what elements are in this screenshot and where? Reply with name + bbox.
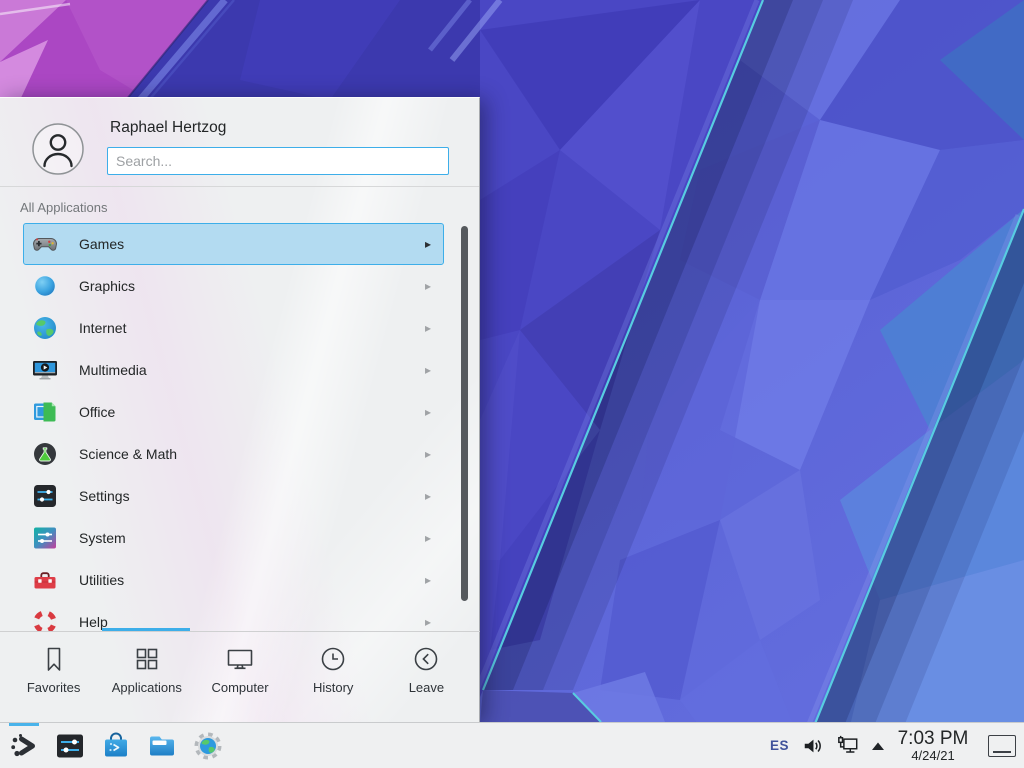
menu-item-multimedia[interactable]: Multimedia ▸ <box>23 349 444 391</box>
clock-date: 4/24/21 <box>894 749 972 763</box>
header-separator <box>0 186 479 187</box>
menu-item-system[interactable]: System ▸ <box>23 517 444 559</box>
menu-item-label: Games <box>79 236 124 252</box>
expand-tray-icon[interactable] <box>871 741 885 751</box>
menu-footer: Favorites Applications Computer History Leav… <box>0 631 480 722</box>
computer-icon <box>225 644 255 674</box>
office-icon <box>32 399 58 425</box>
menu-item-graphics[interactable]: Graphics ▸ <box>23 265 444 307</box>
clock-widget[interactable]: 7:03 PM 4/24/21 <box>894 729 972 763</box>
menu-item-internet[interactable]: Internet ▸ <box>23 307 444 349</box>
submenu-arrow-icon: ▸ <box>425 616 443 628</box>
browser-icon <box>192 730 224 762</box>
favorites-icon <box>39 644 69 674</box>
taskbar-launchers <box>8 723 224 768</box>
internet-icon <box>32 315 58 341</box>
science-icon <box>32 441 58 467</box>
search-input[interactable] <box>107 147 449 175</box>
systemsettings-icon <box>54 730 86 762</box>
submenu-arrow-icon: ▸ <box>425 280 443 292</box>
system-icon <box>32 525 58 551</box>
tab-label: Leave <box>409 680 444 695</box>
submenu-arrow-icon: ▸ <box>425 490 443 502</box>
volume-icon[interactable] <box>802 735 824 757</box>
menu-item-label: Office <box>79 404 115 420</box>
desktop: Raphael Hertzog All Applications Games▸G… <box>0 0 1024 768</box>
menu-item-label: Multimedia <box>79 362 147 378</box>
user-name: Raphael Hertzog <box>110 119 226 137</box>
user-avatar-icon[interactable] <box>32 123 84 175</box>
menu-item-label: Internet <box>79 320 126 336</box>
taskbar: ES 7:03 PM 4/24/21 <box>0 722 1024 768</box>
menu-item-games[interactable]: Games ▸ <box>23 223 444 265</box>
clock-time: 7:03 PM <box>894 729 972 749</box>
system-tray: ES 7:03 PM 4/24/21 <box>770 723 1024 768</box>
menu-item-utilities[interactable]: Utilities ▸ <box>23 559 444 601</box>
section-label: All Applications <box>20 200 107 215</box>
application-launcher-button[interactable] <box>8 730 40 762</box>
system-settings-button[interactable] <box>54 730 86 762</box>
menu-item-label: Settings <box>79 488 130 504</box>
menu-item-label: System <box>79 530 126 546</box>
keyboard-layout-indicator[interactable]: ES <box>770 738 789 753</box>
application-launcher-menu: Raphael Hertzog All Applications Games▸G… <box>0 97 480 722</box>
submenu-arrow-icon: ▸ <box>425 322 443 334</box>
menu-item-list: Games▸Graphics▸Internet▸Multimedia▸Offic… <box>0 223 480 632</box>
kickoff-icon <box>8 730 40 762</box>
show-desktop-button[interactable] <box>988 735 1016 757</box>
tab-leave[interactable]: Leave <box>380 632 473 722</box>
dolphin-icon <box>146 730 178 762</box>
scrollbar-thumb[interactable] <box>461 226 468 601</box>
menu-item-office[interactable]: Office ▸ <box>23 391 444 433</box>
submenu-arrow-icon: ▸ <box>425 406 443 418</box>
submenu-arrow-icon: ▸ <box>425 574 443 586</box>
submenu-arrow-icon: ▸ <box>425 238 443 250</box>
graphics-icon <box>32 273 58 299</box>
leave-icon <box>411 644 441 674</box>
multimedia-icon <box>32 357 58 383</box>
file-manager-button[interactable] <box>146 730 178 762</box>
games-icon <box>32 231 58 257</box>
active-tab-indicator <box>102 628 190 631</box>
submenu-arrow-icon: ▸ <box>425 448 443 460</box>
web-browser-button[interactable] <box>192 730 224 762</box>
menu-item-help[interactable]: Help▸ <box>23 601 444 632</box>
discover-icon <box>100 730 132 762</box>
submenu-arrow-icon: ▸ <box>425 364 443 376</box>
history-icon <box>318 644 348 674</box>
menu-item-label: Utilities <box>79 572 124 588</box>
tab-history[interactable]: History <box>287 632 380 722</box>
menu-item-label: Graphics <box>79 278 135 294</box>
tab-label: History <box>313 680 353 695</box>
utilities-icon <box>32 567 58 593</box>
menu-item-label: Science & Math <box>79 446 177 462</box>
discover-button[interactable] <box>100 730 132 762</box>
menu-item-science-math[interactable]: Science & Math ▸ <box>23 433 444 475</box>
network-icon[interactable] <box>836 735 860 757</box>
tab-label: Computer <box>211 680 268 695</box>
tab-label: Favorites <box>27 680 80 695</box>
tab-favorites[interactable]: Favorites <box>7 632 100 722</box>
help-icon <box>32 609 58 632</box>
settings-icon <box>32 483 58 509</box>
tab-computer[interactable]: Computer <box>193 632 286 722</box>
menu-item-settings[interactable]: Settings ▸ <box>23 475 444 517</box>
tab-label: Applications <box>112 680 182 695</box>
applications-icon <box>132 644 162 674</box>
submenu-arrow-icon: ▸ <box>425 532 443 544</box>
footer-tabs: Favorites Applications Computer History Leav… <box>0 632 480 722</box>
tab-applications[interactable]: Applications <box>100 632 193 722</box>
